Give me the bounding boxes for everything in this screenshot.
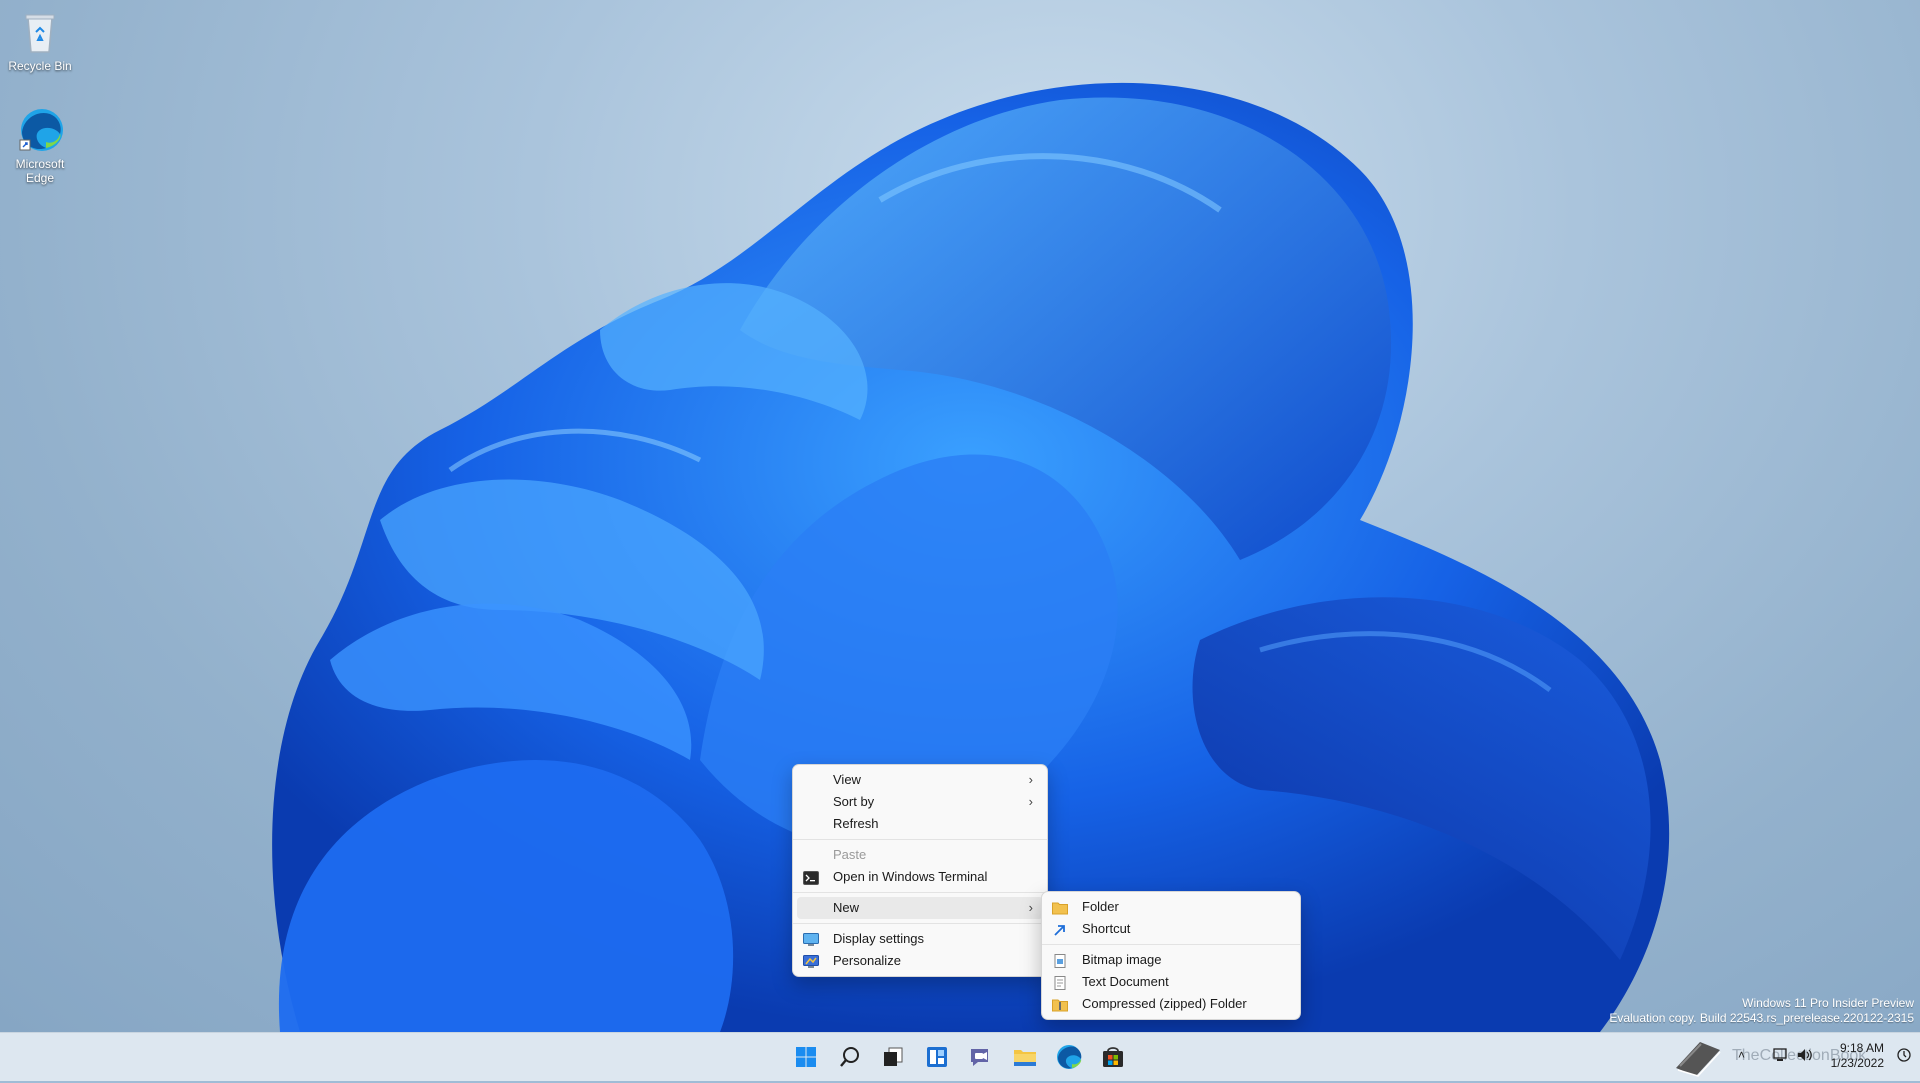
submenu-item-shortcut[interactable]: Shortcut (1046, 918, 1296, 940)
folder-icon (1052, 900, 1068, 915)
menu-divider (1042, 944, 1300, 945)
watermark-build: Evaluation copy. Build 22543.rs_prerelea… (1609, 1011, 1914, 1025)
chevron-right-icon: › (1028, 900, 1033, 915)
edge-icon (16, 106, 64, 154)
search-icon[interactable] (835, 1042, 865, 1072)
shortcut-icon (1052, 922, 1068, 936)
recycle-bin-shortcut[interactable]: Recycle Bin (0, 8, 80, 73)
desktop[interactable]: Recycle Bin Microsoft Edge Windows 11 Pr… (0, 0, 1920, 1032)
menu-item-paste: Paste (797, 844, 1043, 866)
taskbar-clock[interactable]: 9:18 AM 1/23/2022 (1831, 1041, 1884, 1071)
submenu-item-bitmap-label: Bitmap image (1082, 952, 1162, 967)
start-icon[interactable] (791, 1042, 821, 1072)
recycle-bin-icon (16, 8, 64, 56)
menu-divider (793, 923, 1047, 924)
system-tray: TheCollectionBook ˄ 9:18 AM 1/23/2022 (1660, 1033, 1920, 1081)
submenu-item-zip-folder-label: Compressed (zipped) Folder (1082, 996, 1247, 1011)
display-icon (803, 932, 819, 946)
task-view-icon[interactable] (878, 1042, 908, 1072)
new-submenu: Folder Shortcut Bitmap image Text Docume… (1041, 891, 1301, 1020)
file-explorer-icon[interactable] (1010, 1042, 1040, 1072)
submenu-item-shortcut-label: Shortcut (1082, 921, 1131, 936)
menu-item-personalize-label: Personalize (833, 953, 901, 968)
menu-item-new[interactable]: New › (797, 897, 1043, 919)
menu-item-paste-label: Paste (833, 847, 867, 862)
submenu-item-zip-folder[interactable]: Compressed (zipped) Folder (1046, 993, 1296, 1015)
store-icon[interactable] (1098, 1042, 1128, 1072)
edge-shortcut-label: Microsoft Edge (15, 157, 65, 185)
menu-item-display-settings-label: Display settings (833, 931, 925, 946)
menu-item-refresh-label: Refresh (833, 816, 879, 831)
chevron-right-icon: › (1028, 794, 1033, 809)
menu-divider (793, 892, 1047, 893)
submenu-item-text-document[interactable]: Text Document (1046, 971, 1296, 993)
menu-item-sort-by[interactable]: Sort by › (797, 791, 1043, 813)
submenu-item-text-document-label: Text Document (1082, 974, 1169, 989)
menu-item-open-terminal[interactable]: Open in Windows Terminal (797, 866, 1043, 888)
menu-divider (793, 839, 1047, 840)
submenu-item-folder[interactable]: Folder (1046, 896, 1296, 918)
chevron-right-icon: › (1028, 772, 1033, 787)
desktop-context-menu: View › Sort by › Refresh Paste Open in W… (792, 764, 1048, 977)
clock-date: 1/23/2022 (1830, 1056, 1884, 1070)
menu-item-view[interactable]: View › (797, 769, 1043, 791)
watermark-edition: Windows 11 Pro Insider Preview (1742, 996, 1914, 1010)
terminal-icon (803, 870, 819, 885)
zip-folder-icon (1052, 997, 1068, 1012)
menu-item-display-settings[interactable]: Display settings (797, 928, 1043, 950)
widgets-icon[interactable] (922, 1042, 952, 1072)
notification-icon[interactable] (1896, 1047, 1912, 1068)
bitmap-icon (1052, 953, 1068, 968)
network-icon[interactable] (1772, 1047, 1790, 1068)
build-watermark: Windows 11 Pro Insider Preview Evaluatio… (1609, 996, 1914, 1026)
menu-item-view-label: View (833, 772, 861, 787)
edge-icon[interactable] (1054, 1042, 1084, 1072)
taskbar: TheCollectionBook ˄ 9:18 AM 1/23/2022 (0, 1032, 1920, 1081)
submenu-item-folder-label: Folder (1082, 899, 1119, 914)
menu-item-new-label: New (833, 900, 860, 915)
menu-item-sort-by-label: Sort by (833, 794, 875, 809)
edge-shortcut[interactable]: Microsoft Edge (0, 106, 80, 185)
chevron-up-icon[interactable]: ˄ (1738, 1048, 1745, 1062)
submenu-item-bitmap[interactable]: Bitmap image (1046, 949, 1296, 971)
text-document-icon (1052, 975, 1068, 990)
volume-icon[interactable] (1796, 1047, 1814, 1068)
menu-item-personalize[interactable]: Personalize (797, 950, 1043, 972)
recycle-bin-label: Recycle Bin (8, 59, 72, 73)
book-logo (1670, 1036, 1726, 1083)
clock-time: 9:18 AM (1839, 1041, 1884, 1055)
chat-icon[interactable] (966, 1042, 996, 1072)
menu-item-open-terminal-label: Open in Windows Terminal (833, 869, 988, 884)
personalize-icon (803, 954, 819, 968)
menu-item-refresh[interactable]: Refresh (797, 813, 1043, 835)
